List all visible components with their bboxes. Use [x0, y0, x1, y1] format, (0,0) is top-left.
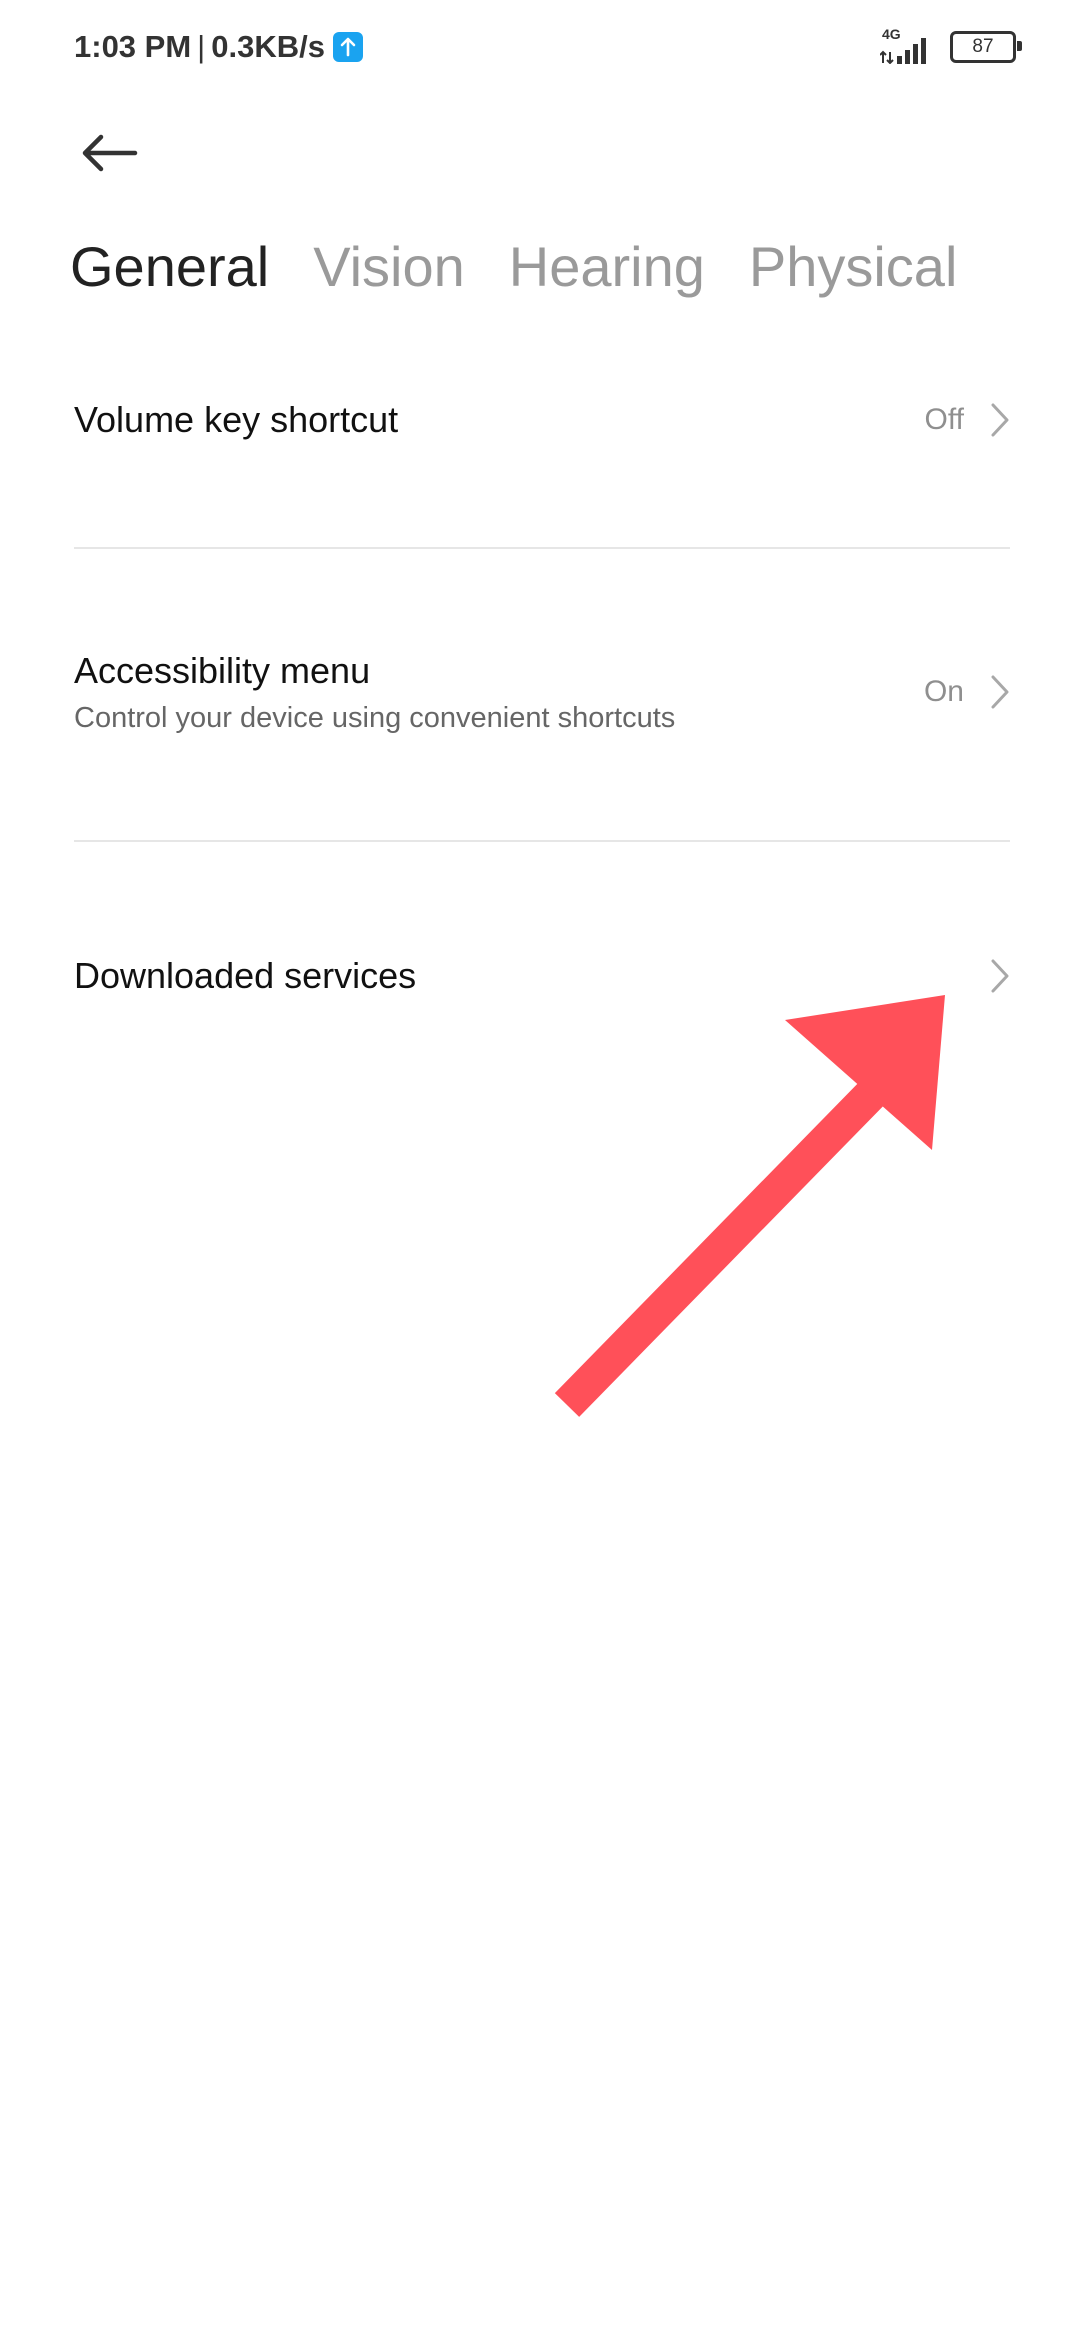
status-network-speed: 0.3KB/s	[211, 29, 325, 64]
item-right	[990, 946, 1010, 1006]
volume-key-shortcut-item[interactable]: Volume key shortcut Off	[74, 390, 1010, 450]
status-separator: |	[197, 29, 206, 64]
item-title: Downloaded services	[74, 955, 417, 996]
status-bar: 1:03 PM | 0.3KB/s 4G 87	[0, 0, 1080, 96]
item-right: On	[924, 672, 1010, 712]
item-right: Off	[925, 390, 1010, 450]
status-left: 1:03 PM | 0.3KB/s	[74, 26, 363, 68]
item-title: Volume key shortcut	[74, 399, 399, 440]
category-tabs: General Vision Hearing Physical	[70, 232, 1001, 302]
accessibility-menu-item[interactable]: Accessibility menu Control your device u…	[74, 650, 1010, 750]
divider	[74, 547, 1010, 549]
downloaded-services-item[interactable]: Downloaded services	[74, 946, 1010, 1006]
item-value: On	[923, 675, 964, 708]
item-title: Accessibility menu	[74, 650, 371, 691]
back-button[interactable]	[64, 116, 154, 190]
chevron-right-icon	[991, 959, 1009, 993]
tab-physical[interactable]: Physical	[749, 232, 958, 302]
tab-hearing[interactable]: Hearing	[509, 232, 705, 302]
annotation-arrow-icon	[554, 995, 945, 1417]
item-subtitle: Control your device using convenient sho…	[74, 702, 676, 734]
divider	[74, 840, 1010, 842]
battery-tip	[1017, 41, 1022, 51]
status-time: 1:03 PM	[74, 29, 192, 64]
chevron-right-icon	[991, 403, 1009, 437]
tab-vision[interactable]: Vision	[313, 232, 465, 302]
battery-icon: 87	[950, 31, 1022, 63]
chevron-right-icon	[991, 675, 1009, 709]
item-value: Off	[924, 403, 964, 436]
back-arrow-icon	[82, 134, 138, 172]
battery-level: 87	[972, 36, 994, 57]
tab-general[interactable]: General	[70, 232, 269, 302]
upload-arrow-icon	[332, 32, 363, 62]
signal-bars-icon: 4G	[880, 26, 934, 64]
status-right: 4G 87	[880, 26, 1022, 66]
